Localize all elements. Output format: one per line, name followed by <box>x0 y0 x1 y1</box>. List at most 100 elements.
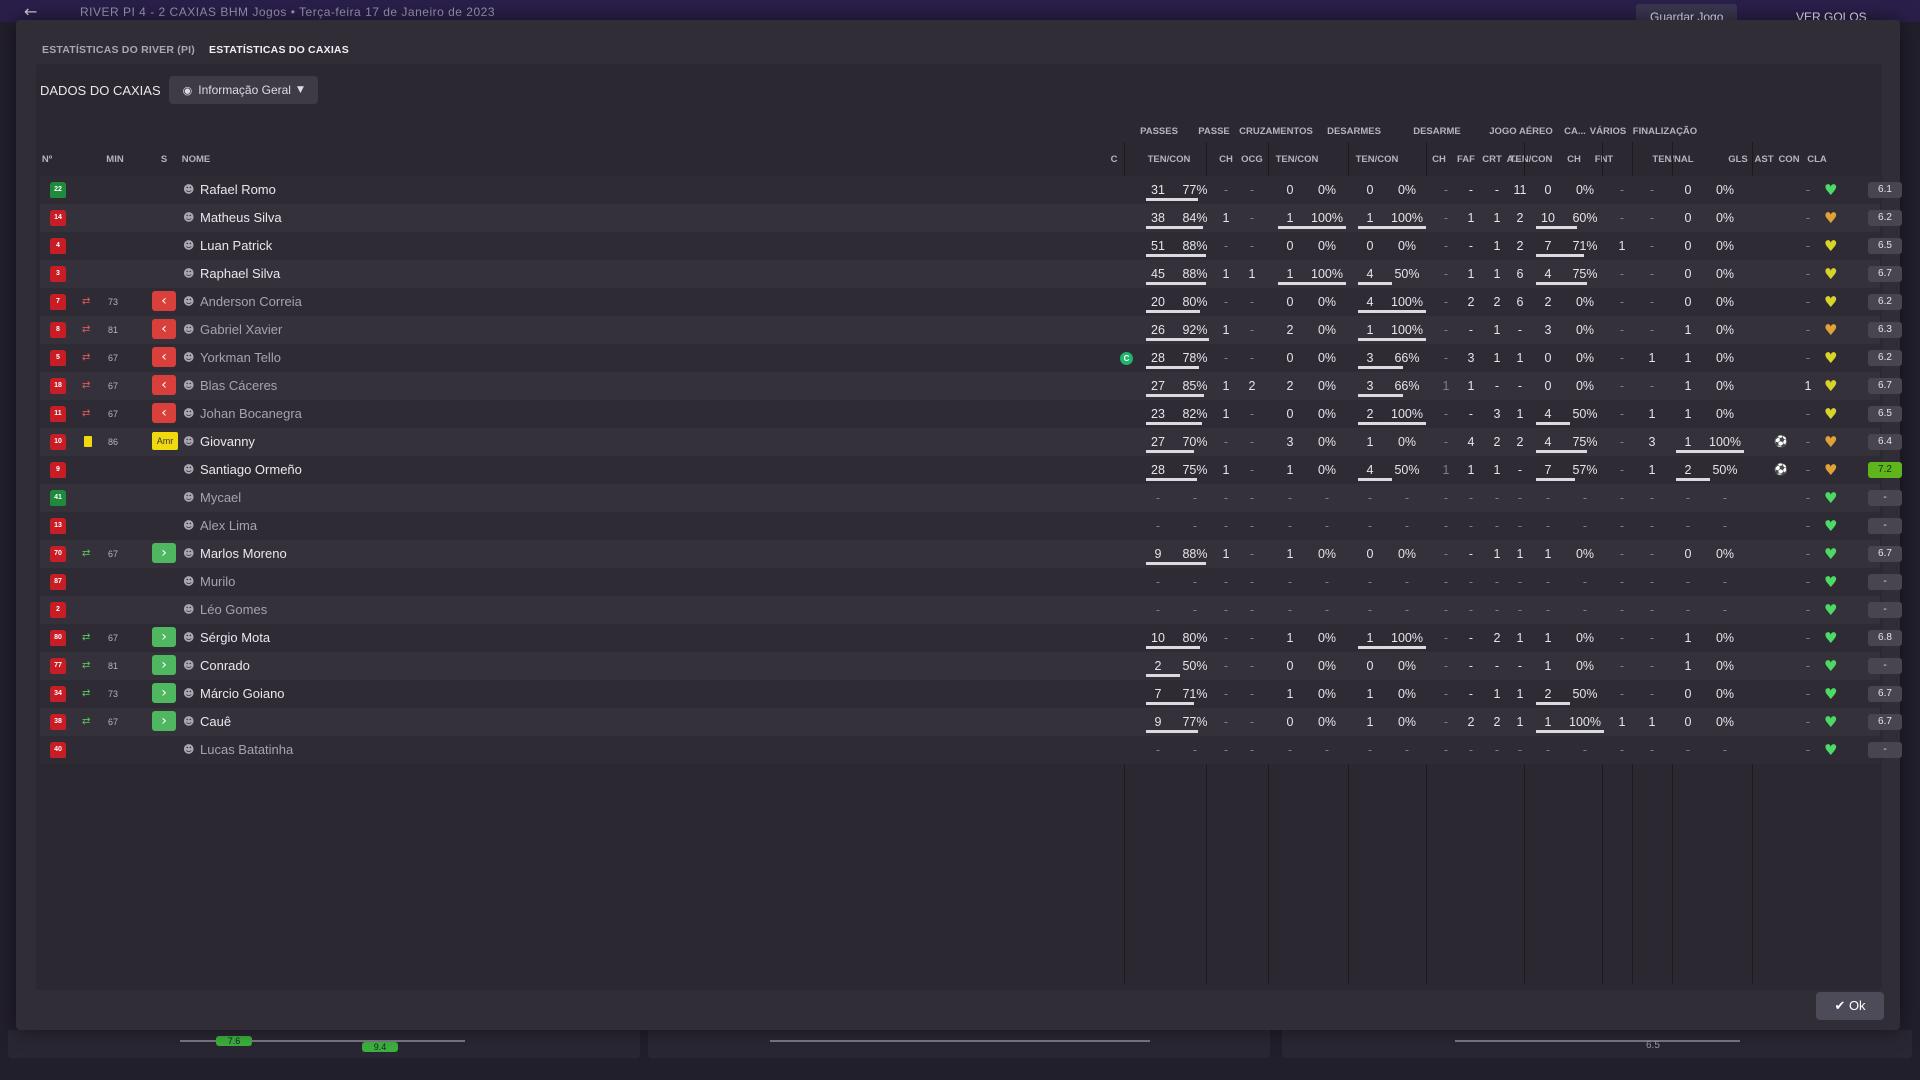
view-dropdown[interactable]: ◉ Informação Geral ▼ <box>168 76 318 104</box>
column-header-cruz-tc[interactable]: TEN/CON <box>1272 154 1322 165</box>
column-header-passe-ocg[interactable]: OCG <box>1238 154 1266 165</box>
aerial-bar <box>1536 422 1570 425</box>
aerial-bar <box>1536 702 1570 705</box>
finishing-pct: - <box>1722 603 1728 617</box>
condition-heart-icon: ♥ <box>1824 377 1838 395</box>
table-row[interactable]: 11 ⇄ 67 ‹ ☻ Johan Bocanegra 23 82% 1-0 0% 2 100% - -3… <box>40 400 1902 428</box>
table-row[interactable]: 38 ⇄ 67 › ☻ Cauê 9 77% - -0 0% 1 0% -2 2 1 1 100% 1 1 0 0% - ♥ 6… <box>40 708 1902 736</box>
column-header-name[interactable]: NOME <box>176 154 216 165</box>
player-name[interactable]: Murilo <box>200 568 235 596</box>
desarme-a: - <box>1517 603 1523 617</box>
table-row[interactable]: 13 ☻ Alex Lima - - - - - - - - - - - - - - - - - - - ♥ - <box>40 512 1902 540</box>
group-header: DESARME <box>1413 126 1461 137</box>
column-header-var-fnt[interactable]: FNT <box>1592 154 1616 165</box>
player-name[interactable]: Mycael <box>200 484 241 512</box>
table-row[interactable]: 77 ⇄ 81 › ☻ Conrado 2 50% - -0 0% 0 0% - - - -1 0% - -1 0% - ♥… <box>40 652 1902 680</box>
back-arrow-icon[interactable]: ← <box>24 2 37 21</box>
tab-river-stats[interactable]: ESTATÍSTICAS DO RIVER (PI) <box>42 44 195 56</box>
passe-ch: - <box>1223 183 1229 197</box>
table-row[interactable]: 18 ⇄ 67 ‹ ☻ Blas Cáceres 27 85% 1 2 2 0% 3 66% 1 1- -0 0%… <box>40 372 1902 400</box>
table-row[interactable]: 7 ⇄ 73 ‹ ☻ Anderson Correia 20 80% - -0 0% 4 100% -2 2… <box>40 288 1902 316</box>
column-header-s[interactable]: S <box>154 154 174 165</box>
player-name[interactable]: Léo Gomes <box>200 596 267 624</box>
player-name[interactable]: Marlos Moreno <box>200 540 287 568</box>
ca-ch: - <box>1619 603 1625 617</box>
player-name[interactable]: Raphael Silva <box>200 260 280 288</box>
column-header-cla[interactable]: CLA <box>1802 154 1832 165</box>
player-name[interactable]: Santiago Ormeño <box>200 456 302 484</box>
ok-button[interactable]: ✔ Ok <box>1816 992 1884 1020</box>
player-name[interactable]: Conrado <box>200 652 250 680</box>
player-name[interactable]: Matheus Silva <box>200 204 282 232</box>
column-header-passe-ch[interactable]: CH <box>1216 154 1236 165</box>
bg-bar-middle <box>770 1040 1150 1042</box>
player-name[interactable]: Sérgio Mota <box>200 624 270 652</box>
table-row[interactable]: 22 ☻ Rafael Romo 31 77% - -0 0% 0 0% - - -11 0 0% - -0 0%… <box>40 176 1902 204</box>
column-header-d-faf[interactable]: FAF <box>1454 154 1478 165</box>
column-header-c[interactable]: C <box>1108 154 1120 165</box>
table-row[interactable]: 4 ☻ Luan Patrick 51 88% - -0 0% 0 0% - -1 2 7 71% 1-0 0%… <box>40 232 1902 260</box>
passe-ocg: - <box>1249 659 1255 673</box>
column-header-gls[interactable]: GLS <box>1726 154 1750 165</box>
passes-bar <box>1146 226 1203 229</box>
player-rating: 6.8 <box>1868 630 1902 646</box>
column-header-min[interactable]: MIN <box>100 154 130 165</box>
table-row[interactable]: 10 86 Amr ☻ Giovanny 27 70% - -3 0% 1 0% -4 2 2 4 75% -3 1… <box>40 428 1902 456</box>
player-name[interactable]: Rafael Romo <box>200 176 276 204</box>
tackles-bar <box>1358 366 1403 369</box>
player-name[interactable]: Cauê <box>200 708 231 736</box>
table-row[interactable]: 80 ⇄ 67 › ☻ Sérgio Mota 10 80% - -1 0% 1 100% - -2 1 1 0%… <box>40 624 1902 652</box>
finishing-bar <box>1676 478 1710 481</box>
assists: - <box>1805 491 1811 505</box>
table-row[interactable]: 40 ☻ Lucas Batatinha - - - - - - - - - - - - - - - - - - - ♥ - <box>40 736 1902 764</box>
column-header-aer-tc[interactable]: TEN/CON <box>1506 154 1556 165</box>
passes-pct: - <box>1192 519 1198 533</box>
column-header-passes-tc[interactable]: TEN/CON <box>1144 154 1194 165</box>
tab-caxias-stats[interactable]: ESTATÍSTICAS DO CAXIAS <box>209 44 349 56</box>
crosses-attempts: 1 <box>1286 547 1294 561</box>
player-name[interactable]: Yorkman Tello <box>200 344 281 372</box>
desarme-a: 2 <box>1516 435 1524 449</box>
passes-attempts: - <box>1155 491 1161 505</box>
condition-heart-icon: ♥ <box>1824 321 1838 339</box>
desarme-a: - <box>1517 463 1523 477</box>
column-header-d-ch[interactable]: CH <box>1430 154 1448 165</box>
table-row[interactable]: 34 ⇄ 73 › ☻ Márcio Goiano 7 71% - -1 0% 1 0% - -1 1 2 50%… <box>40 680 1902 708</box>
table-row[interactable]: 9 ☻ Santiago Ormeño 28 75% 1-1 0% 4 50% 1 1 1-7 57% -… <box>40 456 1902 484</box>
desarme-ch: - <box>1443 239 1449 253</box>
table-row[interactable]: 87 ☻ Murilo - - - - - - - - - - - - - - - - - - - ♥ - <box>40 568 1902 596</box>
table-row[interactable]: 41 ☻ Mycael - - - - - - - - - - - - - - - - - - - ♥ - <box>40 484 1902 512</box>
column-header-d-crt[interactable]: CRT <box>1480 154 1504 165</box>
player-name[interactable]: Blas Cáceres <box>200 372 277 400</box>
player-name[interactable]: Márcio Goiano <box>200 680 285 708</box>
desarme-faf: - <box>1468 323 1474 337</box>
table-row[interactable]: 70 ⇄ 67 › ☻ Marlos Moreno 9 88% 1-1 0% 0 0% - -1 1 1 0% -… <box>40 540 1902 568</box>
aerial-attempts: 3 <box>1544 323 1552 337</box>
table-row[interactable]: 5 ⇄ 67 ‹ ☻ Yorkman Tello C 28 78% - -0 0% 3 66% -3 1 1 0 0… <box>40 344 1902 372</box>
table-row[interactable]: 8 ⇄ 81 ‹ ☻ Gabriel Xavier 26 92% 1-2 0% 1 100% - -1-3… <box>40 316 1902 344</box>
crosses-attempts: - <box>1287 603 1293 617</box>
player-name[interactable]: Gabriel Xavier <box>200 316 282 344</box>
varios-fnt: 3 <box>1648 435 1656 449</box>
column-header-no[interactable]: Nº <box>38 154 56 165</box>
player-name[interactable]: Luan Patrick <box>200 232 272 260</box>
column-header-ast[interactable]: AST <box>1752 154 1776 165</box>
column-header-fin-tn[interactable]: TEN/NAL <box>1648 154 1698 165</box>
table-row[interactable]: 3 ☻ Raphael Silva 45 88% 1 1 1 100% 4 50% -1 1 6 4 75% -… <box>40 260 1902 288</box>
shirt-number-icon: 87 <box>50 574 66 590</box>
crosses-attempts: - <box>1287 743 1293 757</box>
table-row[interactable]: 2 ☻ Léo Gomes - - - - - - - - - - - - - - - - - - - ♥ - <box>40 596 1902 624</box>
player-name[interactable]: Lucas Batatinha <box>200 736 293 764</box>
player-rating: - <box>1868 742 1902 758</box>
desarme-ch: - <box>1443 519 1449 533</box>
player-name[interactable]: Giovanny <box>200 428 255 456</box>
column-header-con[interactable]: CON <box>1776 154 1802 165</box>
column-header-ca-ch[interactable]: CH <box>1564 154 1584 165</box>
substituted-off-icon: ‹ <box>152 403 176 423</box>
column-header-des-tc[interactable]: TEN/CON <box>1352 154 1402 165</box>
player-name[interactable]: Alex Lima <box>200 512 257 540</box>
desarme-ch: - <box>1443 351 1449 365</box>
player-name[interactable]: Johan Bocanegra <box>200 400 302 428</box>
table-row[interactable]: 14 ☻ Matheus Silva 38 84% 1-1 100% 1 100% -1 1 2 10 6… <box>40 204 1902 232</box>
player-name[interactable]: Anderson Correia <box>200 288 302 316</box>
